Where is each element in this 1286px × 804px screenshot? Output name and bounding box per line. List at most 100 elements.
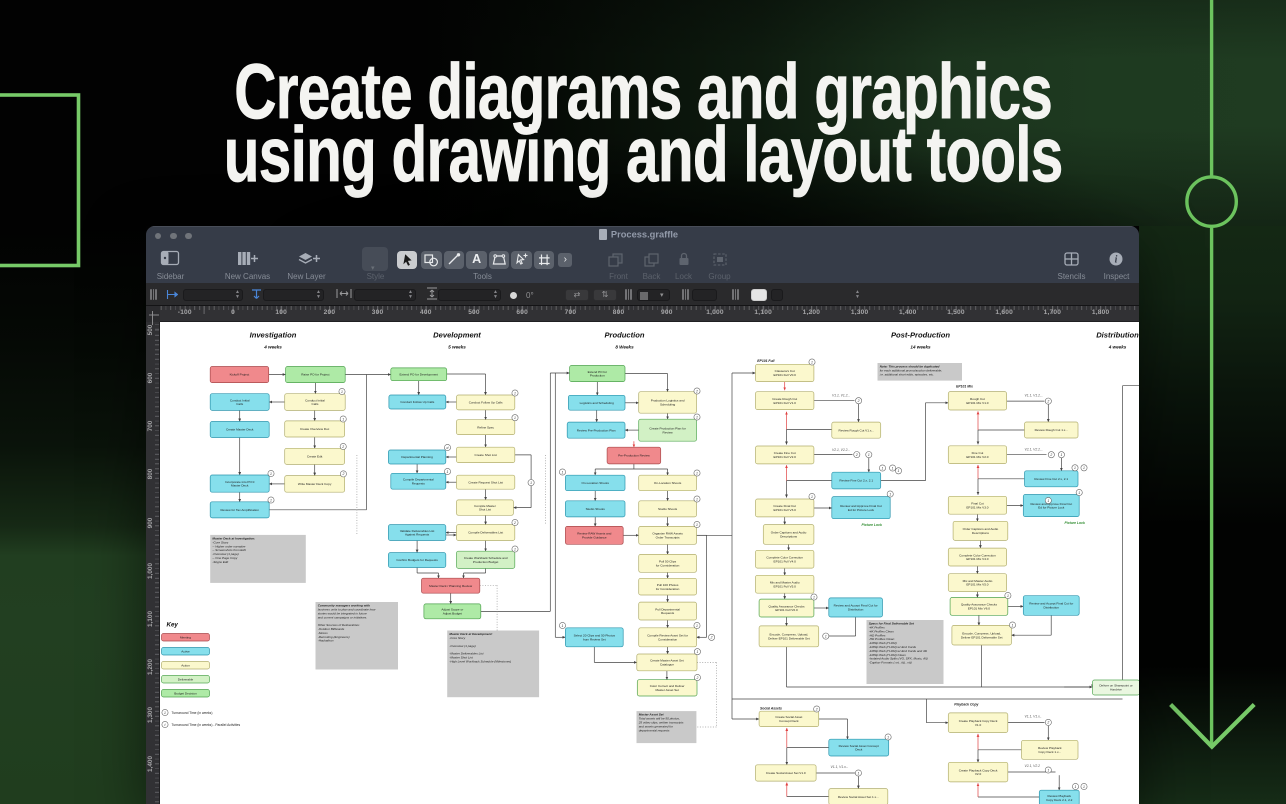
svg-text:V1.0: V1.0 [974,723,981,727]
svg-text:EP101 Full: EP101 Full [757,359,774,363]
svg-text:Review Rough Cut 1.x...: Review Rough Cut 1.x... [1034,428,1067,432]
svg-text:1: 1 [696,624,698,628]
svg-text:Order Transcripts: Order Transcripts [655,535,679,539]
svg-text:departmental requests: departmental requests [638,728,669,732]
svg-text:Descriptions: Descriptions [780,535,797,539]
svg-text:EP101 Mix V3.0: EP101 Mix V3.0 [966,505,988,509]
svg-text:1: 1 [696,497,698,501]
svg-text:from Review Set: from Review Set [582,637,605,641]
svg-text:V1.1, V1.x..: V1.1, V1.x.. [1024,715,1041,719]
svg-text:Conduct Follow Up Calls: Conduct Follow Up Calls [468,401,502,405]
svg-text:1: 1 [881,466,883,470]
svg-text:1: 1 [1074,785,1076,789]
svg-text:V1.1, V1.2...: V1.1, V1.2... [1024,393,1042,397]
svg-text:-Core Story: -Core Story [449,636,465,640]
svg-text:i: i [1115,254,1118,265]
svg-text:for Consideration: for Consideration [655,563,679,567]
svg-text:V2.0: V2.0 [974,772,981,776]
svg-text:1: 1 [696,650,698,654]
svg-text:V2.1, V2.2...: V2.1, V2.2... [1024,448,1042,452]
svg-text:1: 1 [889,492,891,496]
svg-text:Picture Lock: Picture Lock [1064,521,1085,525]
svg-text:2: 2 [341,445,344,449]
svg-text:Copy Deck 1.x...: Copy Deck 1.x... [1038,750,1061,754]
svg-text:Extend PO for Development: Extend PO for Development [399,372,438,376]
svg-text:Consideration: Consideration [658,637,677,641]
svg-text:1: 1 [1006,594,1008,598]
svg-text:1: 1 [446,470,448,474]
svg-text:Review Rough Cut V1.x...: Review Rough Cut V1.x... [838,428,874,432]
svg-text:EP101 Mix V5.0: EP101 Mix V5.0 [966,583,988,587]
svg-text:Studio Shoots: Studio Shoots [585,507,605,511]
svg-text:1: 1 [867,453,869,457]
svg-text:Production: Production [589,374,604,378]
svg-text:Distribution: Distribution [1096,331,1139,340]
svg-text:1: 1 [857,771,859,775]
svg-text:Requests: Requests [661,611,675,615]
svg-text:Concept Deck: Concept Deck [779,719,799,723]
svg-text:1: 1 [1083,785,1085,789]
svg-text:Departmental Planning: Departmental Planning [401,455,433,459]
svg-text:Create Master Deck: Create Master Deck [225,428,253,432]
svg-text:2: 2 [695,676,698,680]
svg-text:Pre-Production Review: Pre-Production Review [618,454,650,458]
svg-text:Create Edit: Create Edit [306,455,322,459]
svg-text:1: 1 [1083,466,1085,470]
svg-text:2: 2 [1046,721,1049,725]
svg-text:EP101 Mix V4.0: EP101 Mix V4.0 [966,557,988,561]
svg-text:Create Social Asset Set V1.0: Create Social Asset Set V1.0 [765,771,805,775]
svg-text:1: 1 [696,471,698,475]
svg-text:1: 1 [514,391,516,395]
svg-text:V1.1, V1.x...: V1.1, V1.x... [830,765,848,769]
svg-text:Shot List: Shot List [478,508,490,512]
svg-text:for Consideration: for Consideration [655,587,679,591]
svg-text:EP101 Full V1.0: EP101 Full V1.0 [773,401,796,405]
svg-text:1: 1 [514,547,516,551]
svg-text:1: 1 [1078,491,1080,495]
svg-text:-Overview (1 page): -Overview (1 page) [449,644,475,648]
svg-text:1: 1 [811,495,813,499]
svg-text:Deliver EP101 Deliverable Set: Deliver EP101 Deliverable Set [960,635,1002,639]
svg-text:Kickoff Project: Kickoff Project [229,373,249,377]
svg-text:Meeting: Meeting [179,635,190,639]
svg-text:Create Overview Doc: Create Overview Doc [299,427,329,431]
svg-text:1: 1 [1047,499,1049,503]
svg-text:Hardrive: Hardrive [1110,688,1122,692]
svg-text:Deliverable: Deliverable [177,677,193,681]
svg-text:-Hackathon: -Hackathon [317,639,333,643]
svg-text:Provide Guidance: Provide Guidance [582,535,607,539]
svg-text:EP101 Full V5.0: EP101 Full V5.0 [773,584,796,588]
svg-text:Review: Review [662,430,673,434]
svg-text:1: 1 [813,595,815,599]
svg-text:EP101 Mix V1.0: EP101 Mix V1.0 [966,401,988,405]
svg-text:Review for Tax Amplification: Review for Tax Amplification [220,508,259,512]
svg-text:2: 2 [695,389,698,393]
svg-text:1: 1 [891,466,893,470]
svg-text:Turnaround Time (in weeks) - P: Turnaround Time (in weeks) - Parallel Ac… [171,723,240,727]
svg-text:Deliver EP101 Deliverable Set: Deliver EP101 Deliverable Set [768,636,810,640]
svg-text:1: 1 [270,472,272,476]
svg-text:Compile Deliverables List: Compile Deliverables List [468,531,503,535]
svg-text:1: 1 [1074,466,1076,470]
svg-text:d: d [446,446,448,450]
svg-text:1: 1 [164,711,166,715]
svg-text:2: 2 [814,707,817,711]
svg-text:Review Fine Cut 2.x, 2.1: Review Fine Cut 2.x, 2.1 [839,479,873,483]
svg-text:Ed for Picture Lock: Ed for Picture Lock [847,508,874,512]
svg-text:1: 1 [824,634,826,638]
svg-text:V2.1, V2.2...: V2.1, V2.2... [832,448,850,452]
svg-text:EP101 Mix V2.0: EP101 Mix V2.0 [966,455,988,459]
svg-text:Logistics and Scheduling: Logistics and Scheduling [579,401,614,405]
svg-text:Against Requests: Against Requests [404,533,429,537]
svg-text:Picture Lock: Picture Lock [861,523,882,527]
svg-text:2: 2 [1049,453,1052,457]
svg-text:Create Shot List: Create Shot List [474,453,496,457]
svg-text:8 Weeks: 8 Weeks [615,344,634,349]
svg-text:Playback Copy: Playback Copy [954,702,979,706]
svg-text:1: 1 [342,417,344,421]
svg-text:2: 2 [341,472,344,476]
svg-text:Investigation: Investigation [249,331,296,340]
svg-text:-Skype Edit: -Skype Edit [212,560,228,564]
svg-text:Review Pre-Production Plan: Review Pre-Production Plan [576,428,615,432]
svg-text:Distribution: Distribution [847,608,863,612]
